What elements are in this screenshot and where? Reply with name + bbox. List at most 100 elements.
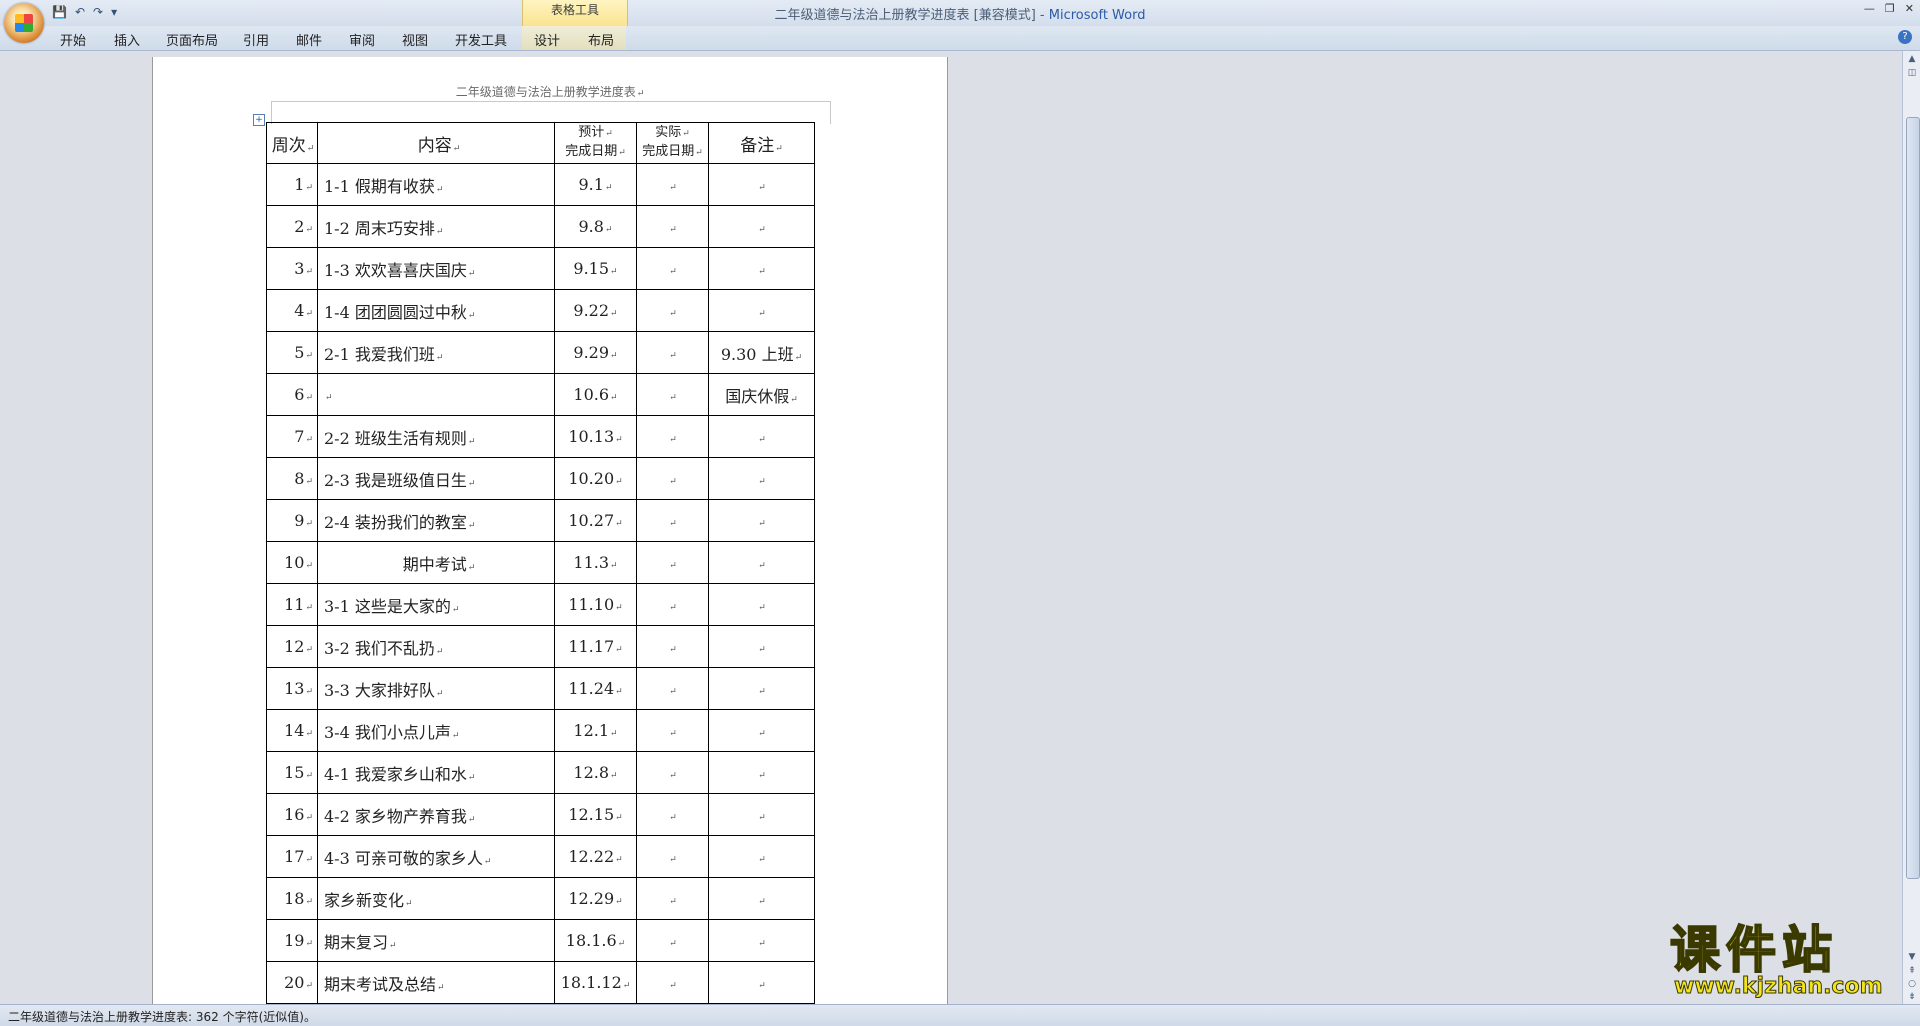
cell-content[interactable]: 1-4 团团圆圆过中秋↵ xyxy=(317,289,555,332)
cell-content[interactable]: 4-3 可亲可敬的家乡人↵ xyxy=(317,835,555,878)
cell-week[interactable]: 4↵ xyxy=(266,289,318,332)
cell-content[interactable]: 1-1 假期有收获↵ xyxy=(317,163,555,206)
cell-planned-date[interactable]: 12.15↵ xyxy=(554,793,637,836)
cell-planned-date[interactable]: 11.10↵ xyxy=(554,583,637,626)
cell-planned-date[interactable]: 11.3↵ xyxy=(554,541,637,584)
previous-page-icon[interactable]: ⇞ xyxy=(1906,965,1918,977)
cell-planned-date[interactable]: 9.1↵ xyxy=(554,163,637,206)
cell-planned-date[interactable]: 10.6↵ xyxy=(554,373,637,416)
cell-actual-date[interactable]: ↵ xyxy=(636,667,709,710)
tab-layout[interactable]: 布局 xyxy=(588,30,614,49)
cell-planned-date[interactable]: 9.15↵ xyxy=(554,247,637,290)
cell-week[interactable]: 16↵ xyxy=(266,793,318,836)
cell-content[interactable]: 3-3 大家排好队↵ xyxy=(317,667,555,710)
cell-content[interactable]: 2-2 班级生活有规则↵ xyxy=(317,415,555,458)
cell-actual-date[interactable]: ↵ xyxy=(636,163,709,206)
schedule-table[interactable]: 周次↵ 内容↵ 预计↵ 完成日期↵ 实际↵ 完成日期↵ 备注↵ 1↵ 1-1 假期有收… xyxy=(266,122,815,1004)
cell-content[interactable]: 2-1 我爱我们班↵ xyxy=(317,331,555,374)
cell-week[interactable]: 5↵ xyxy=(266,331,318,374)
cell-week[interactable]: 9↵ xyxy=(266,499,318,542)
cell-actual-date[interactable]: ↵ xyxy=(636,247,709,290)
cell-content[interactable]: 4-2 家乡物产养育我↵ xyxy=(317,793,555,836)
cell-content[interactable]: ↵ xyxy=(317,373,555,416)
cell-notes[interactable]: ↵ xyxy=(708,667,815,710)
cell-actual-date[interactable]: ↵ xyxy=(636,541,709,584)
cell-planned-date[interactable]: 12.29↵ xyxy=(554,877,637,920)
cell-notes[interactable]: ↵ xyxy=(708,163,815,206)
cell-planned-date[interactable]: 11.24↵ xyxy=(554,667,637,710)
cell-planned-date[interactable]: 9.29↵ xyxy=(554,331,637,374)
tab-view[interactable]: 视图 xyxy=(402,30,428,49)
cell-notes[interactable]: ↵ xyxy=(708,457,815,500)
cell-planned-date[interactable]: 12.8↵ xyxy=(554,751,637,794)
cell-actual-date[interactable]: ↵ xyxy=(636,709,709,752)
vertical-scrollbar[interactable]: ▲ ◫ ▼ ⇞ ○ ⇟ xyxy=(1902,51,1920,1004)
cell-notes[interactable]: ↵ xyxy=(708,583,815,626)
cell-notes[interactable]: 国庆休假↵ xyxy=(708,373,815,416)
cell-week[interactable]: 13↵ xyxy=(266,667,318,710)
cell-content[interactable]: 2-4 装扮我们的教室↵ xyxy=(317,499,555,542)
tab-developer[interactable]: 开发工具 xyxy=(455,30,507,49)
cell-week[interactable]: 18↵ xyxy=(266,877,318,920)
cell-actual-date[interactable]: ↵ xyxy=(636,373,709,416)
cell-week[interactable]: 14↵ xyxy=(266,709,318,752)
cell-notes[interactable]: ↵ xyxy=(708,247,815,290)
cell-notes[interactable]: ↵ xyxy=(708,499,815,542)
cell-notes[interactable]: ↵ xyxy=(708,919,815,962)
select-browse-object-icon[interactable]: ○ xyxy=(1906,978,1918,990)
scroll-up-icon[interactable]: ▲ xyxy=(1906,53,1918,65)
cell-week[interactable]: 17↵ xyxy=(266,835,318,878)
cell-content[interactable]: 2-3 我是班级值日生↵ xyxy=(317,457,555,500)
cell-content[interactable]: 3-1 这些是大家的↵ xyxy=(317,583,555,626)
cell-notes[interactable]: ↵ xyxy=(708,961,815,1004)
tab-insert[interactable]: 插入 xyxy=(114,30,140,49)
cell-actual-date[interactable]: ↵ xyxy=(636,499,709,542)
cell-actual-date[interactable]: ↵ xyxy=(636,919,709,962)
tab-review[interactable]: 审阅 xyxy=(349,30,375,49)
cell-notes[interactable]: ↵ xyxy=(708,541,815,584)
cell-week[interactable]: 15↵ xyxy=(266,751,318,794)
tab-mailings[interactable]: 邮件 xyxy=(296,30,322,49)
cell-content[interactable]: 3-2 我们不乱扔↵ xyxy=(317,625,555,668)
ruler-toggle-icon[interactable]: ◫ xyxy=(1906,67,1918,79)
cell-planned-date[interactable]: 10.20↵ xyxy=(554,457,637,500)
cell-planned-date[interactable]: 10.13↵ xyxy=(554,415,637,458)
restore-icon[interactable]: ❐ xyxy=(1885,2,1895,15)
cell-planned-date[interactable]: 11.17↵ xyxy=(554,625,637,668)
cell-actual-date[interactable]: ↵ xyxy=(636,415,709,458)
cell-content[interactable]: 家乡新变化↵ xyxy=(317,877,555,920)
cell-week[interactable]: 19↵ xyxy=(266,919,318,962)
scrollbar-thumb[interactable] xyxy=(1906,117,1920,879)
cell-actual-date[interactable]: ↵ xyxy=(636,583,709,626)
cell-actual-date[interactable]: ↵ xyxy=(636,793,709,836)
cell-week[interactable]: 10↵ xyxy=(266,541,318,584)
cell-content[interactable]: 期末考试及总结↵ xyxy=(317,961,555,1004)
cell-content[interactable]: 3-4 我们小点儿声↵ xyxy=(317,709,555,752)
cell-notes[interactable]: ↵ xyxy=(708,625,815,668)
cell-planned-date[interactable]: 10.27↵ xyxy=(554,499,637,542)
cell-actual-date[interactable]: ↵ xyxy=(636,835,709,878)
close-icon[interactable]: ✕ xyxy=(1905,2,1914,15)
scroll-down-icon[interactable]: ▼ xyxy=(1906,951,1918,963)
office-button[interactable] xyxy=(4,3,44,43)
cell-actual-date[interactable]: ↵ xyxy=(636,331,709,374)
cell-actual-date[interactable]: ↵ xyxy=(636,751,709,794)
cell-content[interactable]: 期中考试↵ xyxy=(317,541,555,584)
cell-week[interactable]: 2↵ xyxy=(266,205,318,248)
cell-actual-date[interactable]: ↵ xyxy=(636,457,709,500)
cell-actual-date[interactable]: ↵ xyxy=(636,877,709,920)
document-page[interactable]: 二年级道德与法治上册教学进度表↵ + 周次↵ 内容↵ 预计↵ 完成日期↵ 实际↵ 完… xyxy=(152,57,948,1017)
cell-notes[interactable]: ↵ xyxy=(708,835,815,878)
cell-week[interactable]: 1↵ xyxy=(266,163,318,206)
cell-actual-date[interactable]: ↵ xyxy=(636,625,709,668)
cell-actual-date[interactable]: ↵ xyxy=(636,961,709,1004)
tab-home[interactable]: 开始 xyxy=(60,30,86,49)
tab-page-layout[interactable]: 页面布局 xyxy=(166,30,218,49)
cell-week[interactable]: 12↵ xyxy=(266,625,318,668)
help-icon[interactable]: ? xyxy=(1898,30,1912,44)
cell-notes[interactable]: ↵ xyxy=(708,205,815,248)
cell-notes[interactable]: 9.30 上班↵ xyxy=(708,331,815,374)
cell-week[interactable]: 8↵ xyxy=(266,457,318,500)
cell-week[interactable]: 11↵ xyxy=(266,583,318,626)
cell-notes[interactable]: ↵ xyxy=(708,289,815,332)
